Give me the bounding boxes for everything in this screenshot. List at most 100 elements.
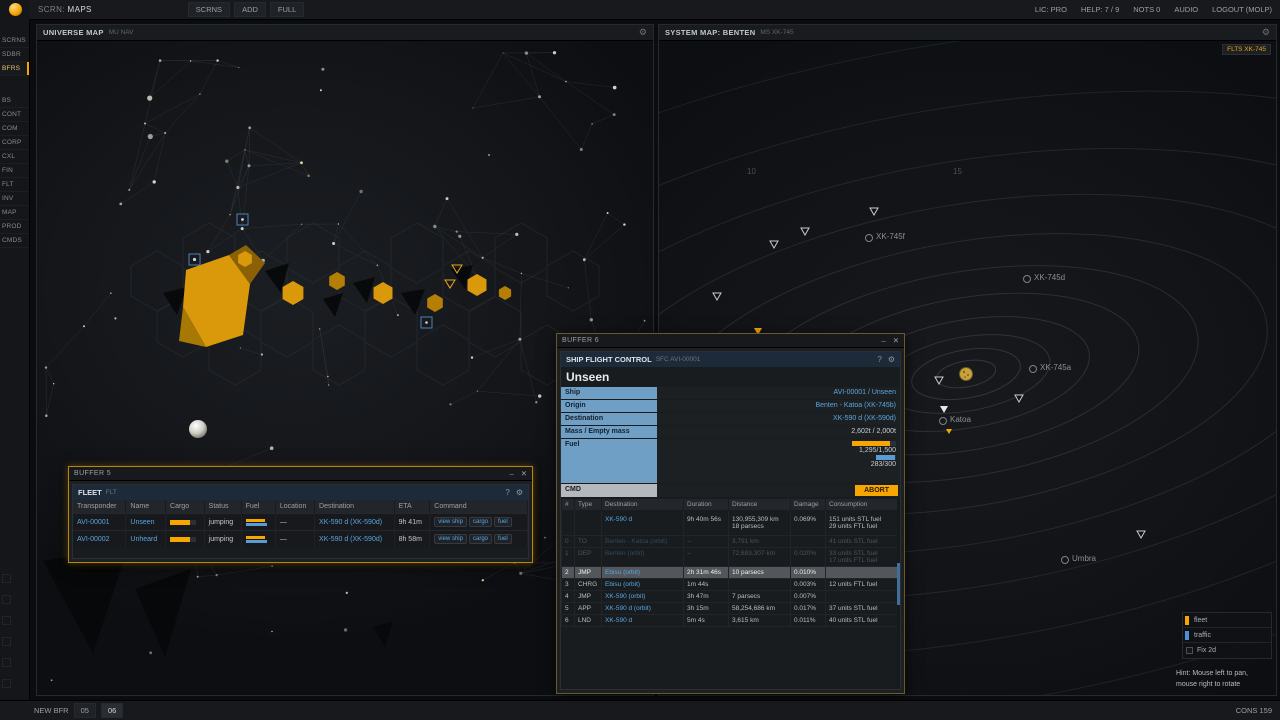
tab-scrns[interactable]: SCRNS	[188, 2, 230, 17]
segment-destination-link[interactable]: XK-590 d	[605, 516, 632, 523]
flight-segment-row[interactable]: 6 LND XK-590 d 5m 4s 3,615 km 0.011% 40 …	[562, 615, 901, 627]
flight-segment-row[interactable]: 4 JMP XK-590 (orbit) 3h 47m 7 parsecs 0.…	[562, 591, 901, 603]
ship-field-label: Ship	[561, 387, 657, 399]
ship-field-value[interactable]: AVI-00001 / Unseen	[833, 389, 896, 396]
new-buffer-button[interactable]: NEW BFR	[34, 706, 69, 715]
sidebar-item-sdbr[interactable]: SDBR	[0, 48, 29, 62]
flight-segment-row[interactable]: 3 CHRG Ebisu (orbit) 1m 44s 0.003% 12 un…	[562, 579, 901, 591]
flight-summary-row[interactable]: XK-590 d 9h 40m 56s 130,955,309 km18 par…	[562, 511, 901, 536]
ship-transponder-link[interactable]: AVI-00002	[77, 536, 110, 543]
minimize-icon[interactable]: –	[882, 337, 886, 345]
fuel-button[interactable]: fuel	[494, 534, 512, 544]
close-icon[interactable]: ✕	[521, 470, 527, 478]
segment-destination-link[interactable]: Benten - Katoa (orbit)	[605, 538, 667, 545]
segment-duration: 3h 47m	[684, 591, 729, 603]
gear-icon[interactable]: ⚙	[888, 355, 895, 364]
legend-fleet[interactable]: fleet	[1183, 613, 1271, 628]
sidebar-item-prod[interactable]: PROD	[0, 220, 29, 234]
sidebar-item-scrns[interactable]: SCRNS	[0, 34, 29, 48]
ship-destination-link[interactable]: XK-590 d (XK-590d)	[319, 536, 382, 543]
sidebar-item-cmds[interactable]: CMDS	[0, 234, 29, 248]
segment-damage: 0.011%	[791, 615, 826, 627]
ship-name-link[interactable]: Unseen	[130, 519, 154, 526]
sidebar-item-inv[interactable]: INV	[0, 192, 29, 206]
origin-field-value[interactable]: Benten - Katoa (XK-745b)	[815, 402, 896, 409]
view-ship-button[interactable]: view ship	[434, 534, 467, 544]
flight-segment-row[interactable]: 1 DEP Benten (orbit) -- 72,693,307 km 0.…	[562, 548, 901, 567]
cargo-button[interactable]: cargo	[469, 534, 492, 544]
audio-toggle[interactable]: AUDIO	[1174, 5, 1198, 14]
sidebar-item-bs[interactable]: BS	[0, 94, 29, 108]
body-label-umbra[interactable]: Umbra	[1072, 554, 1096, 563]
sidebar-item-cont[interactable]: CONT	[0, 108, 29, 122]
tab-full[interactable]: FULL	[270, 2, 304, 17]
flight-segment-row[interactable]: 5 APP XK-590 d (orbit) 3h 15m 58,254,686…	[562, 603, 901, 615]
console-status[interactable]: CONS 159	[1236, 706, 1272, 715]
sidebar-item-cxl[interactable]: CXL	[0, 150, 29, 164]
sidebar-item-corp[interactable]: CORP	[0, 136, 29, 150]
flight-segment-row-active[interactable]: 2 JMP Ebisu (orbit) 2h 31m 46s 10 parsec…	[562, 567, 901, 579]
ship-location: —	[275, 531, 314, 548]
ship-destination-link[interactable]: XK-590 d (XK-590d)	[319, 519, 382, 526]
buffer6-window: BUFFER 6 – ✕ SHIP FLIGHT CONTROL SFC AVI…	[556, 333, 905, 694]
fix2d-checkbox[interactable]	[1186, 647, 1193, 654]
grid-label: 15	[953, 167, 962, 176]
flts-tag[interactable]: FLTS XK-745	[1222, 44, 1271, 55]
tab-add[interactable]: ADD	[234, 2, 266, 17]
close-icon[interactable]: ✕	[893, 337, 899, 345]
segment-destination-link[interactable]: XK-590 (orbit)	[605, 593, 645, 600]
license-status[interactable]: LIC: PRO	[1035, 5, 1067, 14]
help-icon[interactable]: ?	[877, 355, 881, 364]
view-ship-button[interactable]: view ship	[434, 517, 467, 527]
segment-duration: --	[684, 548, 729, 567]
segment-consumption: 151 units STL fuel	[829, 516, 897, 523]
flight-segment-row[interactable]: 0 TO Benten - Katoa (orbit) -- 3,791 km …	[562, 536, 901, 548]
segment-destination-link[interactable]: XK-590 d	[605, 617, 632, 624]
fuel-button[interactable]: fuel	[494, 517, 512, 527]
app-logo[interactable]	[0, 0, 30, 20]
buffer-tab-05[interactable]: 05	[74, 703, 96, 718]
buffer5-titlebar[interactable]: BUFFER 5 – ✕	[69, 467, 532, 481]
fleet-row[interactable]: AVI-00001 Unseen jumping — XK-590 d (XK-…	[73, 514, 528, 531]
body-label-katoa[interactable]: Katoa	[950, 415, 971, 424]
segment-damage: 0.020%	[791, 548, 826, 567]
central-star[interactable]	[960, 368, 973, 381]
help-status[interactable]: HELP: 7 / 9	[1081, 5, 1119, 14]
top-menu-bar: SCRN: MAPS SCRNS ADD FULL LIC: PRO HELP:…	[0, 0, 1280, 20]
fleet-row[interactable]: AVI-00002 Unheard jumping — XK-590 d (XK…	[73, 531, 528, 548]
scrollbar-thumb[interactable]	[897, 563, 900, 605]
universe-settings-gear-icon[interactable]: ⚙	[639, 28, 647, 37]
segment-destination-link[interactable]: Ebisu (orbit)	[605, 581, 640, 588]
segment-distance: 130,955,309 km	[732, 516, 787, 523]
minimize-icon[interactable]: –	[510, 470, 514, 478]
scrollbar-track[interactable]	[897, 498, 900, 689]
destination-field-value[interactable]: XK-590 d (XK-590d)	[833, 415, 896, 422]
ship-transponder-link[interactable]: AVI-00001	[77, 519, 110, 526]
system-settings-gear-icon[interactable]: ⚙	[1262, 28, 1270, 37]
cargo-button[interactable]: cargo	[469, 517, 492, 527]
ship-name-link[interactable]: Unheard	[130, 536, 157, 543]
body-label-xk745d[interactable]: XK-745d	[1034, 273, 1065, 282]
help-icon[interactable]: ?	[505, 488, 509, 497]
body-label-xk745f[interactable]: XK-745f	[876, 232, 905, 241]
legend-traffic[interactable]: traffic	[1183, 628, 1271, 643]
abort-button[interactable]: ABORT	[855, 485, 898, 496]
gear-icon[interactable]: ⚙	[516, 488, 523, 497]
segment-damage: 0.010%	[791, 567, 826, 579]
sidebar-item-com[interactable]: COM	[0, 122, 29, 136]
buffer-tab-06[interactable]: 06	[101, 703, 123, 718]
fleet-panel-title: FLEET	[78, 488, 102, 497]
segment-destination-link[interactable]: Ebisu (orbit)	[605, 569, 640, 576]
notifications-status[interactable]: NOTS 0	[1133, 5, 1160, 14]
logout-button[interactable]: LOGOUT (MOLP)	[1212, 5, 1272, 14]
sidebar-item-fin[interactable]: FIN	[0, 164, 29, 178]
buffer6-titlebar[interactable]: BUFFER 6 – ✕	[557, 334, 904, 348]
segment-destination-link[interactable]: Benten (orbit)	[605, 550, 644, 557]
legend-fix2d[interactable]: Fix 2d	[1183, 643, 1271, 658]
segment-destination-link[interactable]: XK-590 d (orbit)	[605, 605, 651, 612]
sidebar-item-map[interactable]: MAP	[0, 206, 29, 220]
sidebar-item-bfrs[interactable]: BFRS	[0, 62, 29, 76]
screen-name: MAPS	[68, 5, 92, 14]
sidebar-item-flt[interactable]: FLT	[0, 178, 29, 192]
body-label-xk745a[interactable]: XK-745a	[1040, 363, 1071, 372]
